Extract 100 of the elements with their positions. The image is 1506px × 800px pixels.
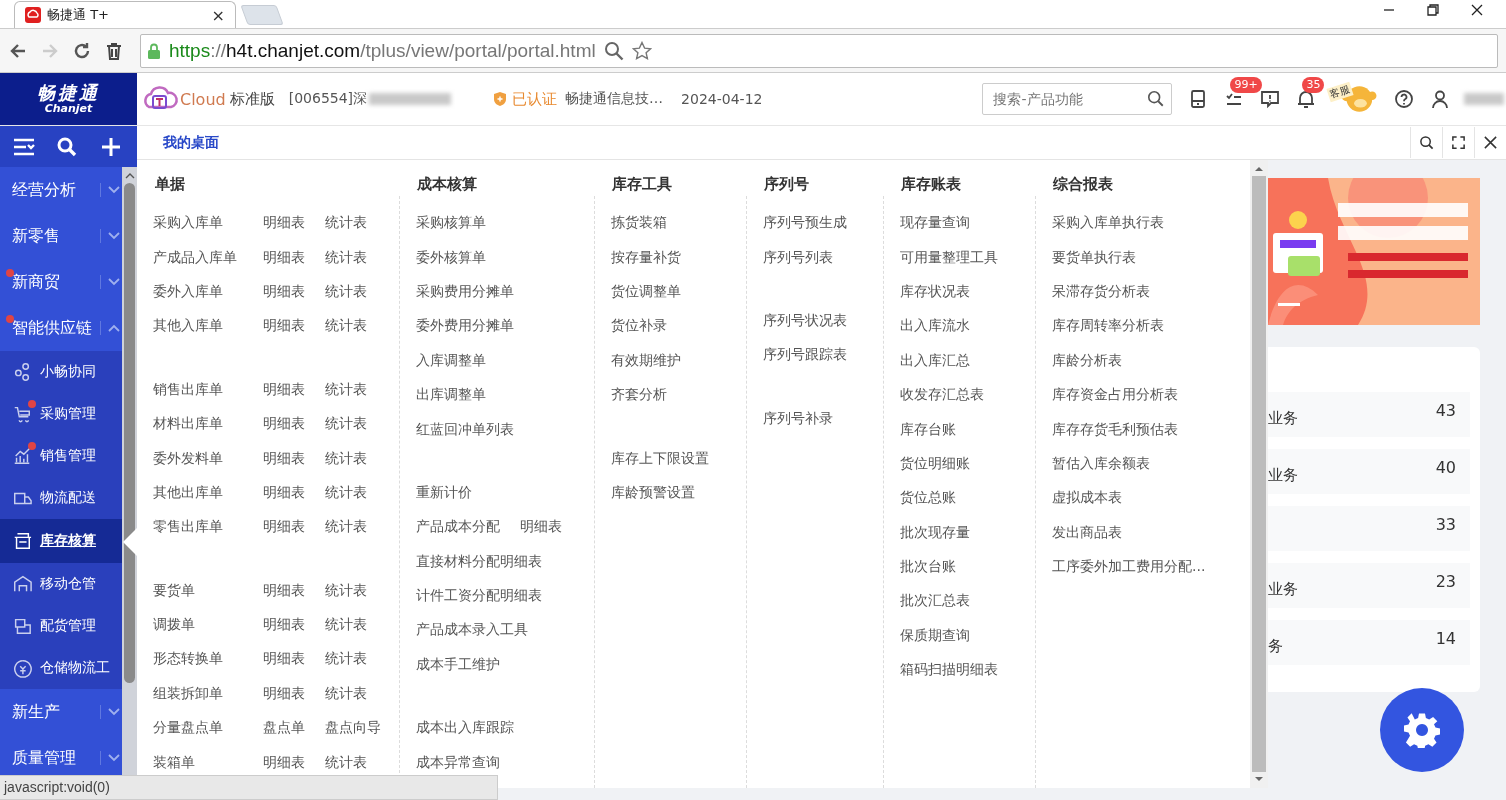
menu-link[interactable]: 直接材料分配明细表 <box>416 552 542 571</box>
menu-link[interactable]: 呆滞存货分析表 <box>1052 282 1150 301</box>
menu-link[interactable]: 批次汇总表 <box>900 592 970 611</box>
bookmark-star-icon[interactable] <box>631 40 652 61</box>
message-icon[interactable] <box>1260 89 1281 109</box>
menu-link[interactable]: 库龄预警设置 <box>611 483 695 502</box>
menu-link[interactable]: 其他出库单 <box>153 483 243 502</box>
menu-link[interactable]: 明细表 <box>263 650 305 669</box>
menu-link[interactable]: 统计表 <box>325 380 367 399</box>
menu-link[interactable]: 货位补录 <box>611 317 667 336</box>
menu-link[interactable]: 装箱单 <box>153 753 243 772</box>
menu-link[interactable]: 明细表 <box>263 449 305 468</box>
account-name[interactable]: [006554]深 <box>288 90 368 108</box>
menu-link[interactable]: 工序委外加工费用分配... <box>1052 558 1206 577</box>
menu-link[interactable]: 材料出库单 <box>153 415 243 434</box>
menu-link[interactable]: 出入库流水 <box>900 317 970 336</box>
menu-link[interactable]: 产成品入库单 <box>153 248 243 267</box>
menu-link[interactable]: 要货单执行表 <box>1052 248 1136 267</box>
menu-link[interactable]: 要货单 <box>153 581 243 600</box>
menu-link[interactable]: 明细表 <box>263 317 305 336</box>
menu-link[interactable]: 红蓝回冲单列表 <box>416 420 514 439</box>
menu-link[interactable]: 库存周转率分析表 <box>1052 317 1164 336</box>
trash-icon[interactable] <box>104 40 124 61</box>
stats-row[interactable]: 业务 23 <box>1268 563 1470 608</box>
search-field[interactable]: 搜索-产品功能 <box>982 83 1173 115</box>
menu-link[interactable]: 统计表 <box>325 753 367 772</box>
menu-link[interactable]: 发出商品表 <box>1052 523 1122 542</box>
user-icon[interactable] <box>1430 89 1451 109</box>
menu-link[interactable]: 委外入库单 <box>153 282 243 301</box>
close-icon[interactable] <box>1470 3 1484 17</box>
menu-link[interactable]: 现存量查询 <box>900 214 970 233</box>
menu-link[interactable]: 出入库汇总 <box>900 351 970 370</box>
menu-link[interactable]: 采购入库单执行表 <box>1052 214 1164 233</box>
restore-icon[interactable] <box>1426 3 1440 17</box>
menu-link[interactable]: 批次现存量 <box>900 523 970 542</box>
stats-row[interactable]: 33 <box>1268 506 1470 551</box>
menu-link[interactable]: 盘点单 <box>263 719 305 738</box>
tab-close-button[interactable]: × <box>211 5 225 25</box>
scrollbar[interactable] <box>1250 160 1268 788</box>
menu-link[interactable]: 产品成本分配 <box>416 518 500 537</box>
menu-link[interactable]: 产品成本录入工具 <box>416 621 528 640</box>
sidebar-group[interactable]: 新商贸 <box>0 259 122 305</box>
sidebar-item[interactable]: 库存核算 <box>0 519 122 563</box>
menu-link[interactable]: 统计表 <box>325 581 367 600</box>
menu-link[interactable]: 拣货装箱 <box>611 214 667 233</box>
reload-icon[interactable] <box>72 40 92 61</box>
search-icon[interactable] <box>56 136 79 157</box>
menu-link[interactable]: 出库调整单 <box>416 386 486 405</box>
menu-link[interactable]: 序列号补录 <box>763 409 833 428</box>
scroll-down-icon[interactable] <box>1254 776 1264 782</box>
menu-link[interactable]: 明细表 <box>263 753 305 772</box>
menu-link[interactable]: 明细表 <box>263 415 305 434</box>
menu-link[interactable]: 计件工资分配明细表 <box>416 587 542 606</box>
menu-link[interactable]: 明细表 <box>263 518 305 537</box>
menu-link[interactable]: 成本出入库跟踪 <box>416 719 514 738</box>
menu-link[interactable]: 有效期维护 <box>611 351 681 370</box>
stats-row[interactable]: 业务 40 <box>1268 449 1470 494</box>
menu-link[interactable]: 库存状况表 <box>900 282 970 301</box>
menu-link[interactable]: 分量盘点单 <box>153 719 243 738</box>
menu-link[interactable]: 统计表 <box>325 518 367 537</box>
menu-link[interactable]: 统计表 <box>325 616 367 635</box>
menu-link[interactable]: 统计表 <box>325 214 367 233</box>
menu-link[interactable]: 统计表 <box>325 282 367 301</box>
menu-link[interactable]: 委外发料单 <box>153 449 243 468</box>
menu-link[interactable]: 箱码扫描明细表 <box>900 661 998 680</box>
menu-link[interactable]: 成本手工维护 <box>416 655 500 674</box>
menu-link[interactable]: 批次台账 <box>900 558 956 577</box>
menu-link[interactable]: 序列号状况表 <box>763 311 847 330</box>
browser-tab[interactable]: 畅捷通 T+ × <box>14 1 236 28</box>
menu-icon[interactable] <box>12 136 35 157</box>
menu-link[interactable]: 成本异常查询 <box>416 753 500 772</box>
brand-logo[interactable]: 畅捷通 Chanjet <box>0 73 137 125</box>
stats-row[interactable]: 务 14 <box>1268 620 1470 665</box>
menu-link[interactable]: 销售出库单 <box>153 380 243 399</box>
menu-link[interactable]: 库存资金占用分析表 <box>1052 386 1178 405</box>
menu-link[interactable]: 暂估入库余额表 <box>1052 454 1150 473</box>
menu-link[interactable]: 库存存货毛利预估表 <box>1052 420 1178 439</box>
menu-link[interactable]: 货位调整单 <box>611 282 681 301</box>
menu-link[interactable]: 虚拟成本表 <box>1052 489 1122 508</box>
menu-link[interactable]: 统计表 <box>325 415 367 434</box>
menu-link[interactable]: 可用量整理工具 <box>900 248 998 267</box>
menu-link[interactable]: 序列号列表 <box>763 248 833 267</box>
menu-link[interactable]: 明细表 <box>263 483 305 502</box>
menu-link[interactable]: 统计表 <box>325 248 367 267</box>
menu-link[interactable]: 采购费用分摊单 <box>416 282 514 301</box>
sidebar-group[interactable]: 新零售 <box>0 213 122 259</box>
sidebar-group[interactable]: 新生产 <box>0 689 122 735</box>
menu-link[interactable]: 委外核算单 <box>416 248 486 267</box>
menu-link[interactable]: 保质期查询 <box>900 626 970 645</box>
scroll-up-icon[interactable] <box>124 173 135 179</box>
menu-link[interactable]: 统计表 <box>325 317 367 336</box>
sidebar-group[interactable]: 智能供应链 <box>0 305 122 351</box>
bell-icon[interactable] <box>1296 89 1317 109</box>
menu-link[interactable]: 明细表 <box>263 380 305 399</box>
menu-link[interactable]: 按存量补货 <box>611 248 681 267</box>
menu-link[interactable]: 盘点向导 <box>325 719 381 738</box>
menu-link[interactable]: 形态转换单 <box>153 650 243 669</box>
menu-link[interactable]: 组装拆卸单 <box>153 684 243 703</box>
zoom-icon[interactable] <box>603 40 624 61</box>
menu-link[interactable]: 序列号预生成 <box>763 214 847 233</box>
